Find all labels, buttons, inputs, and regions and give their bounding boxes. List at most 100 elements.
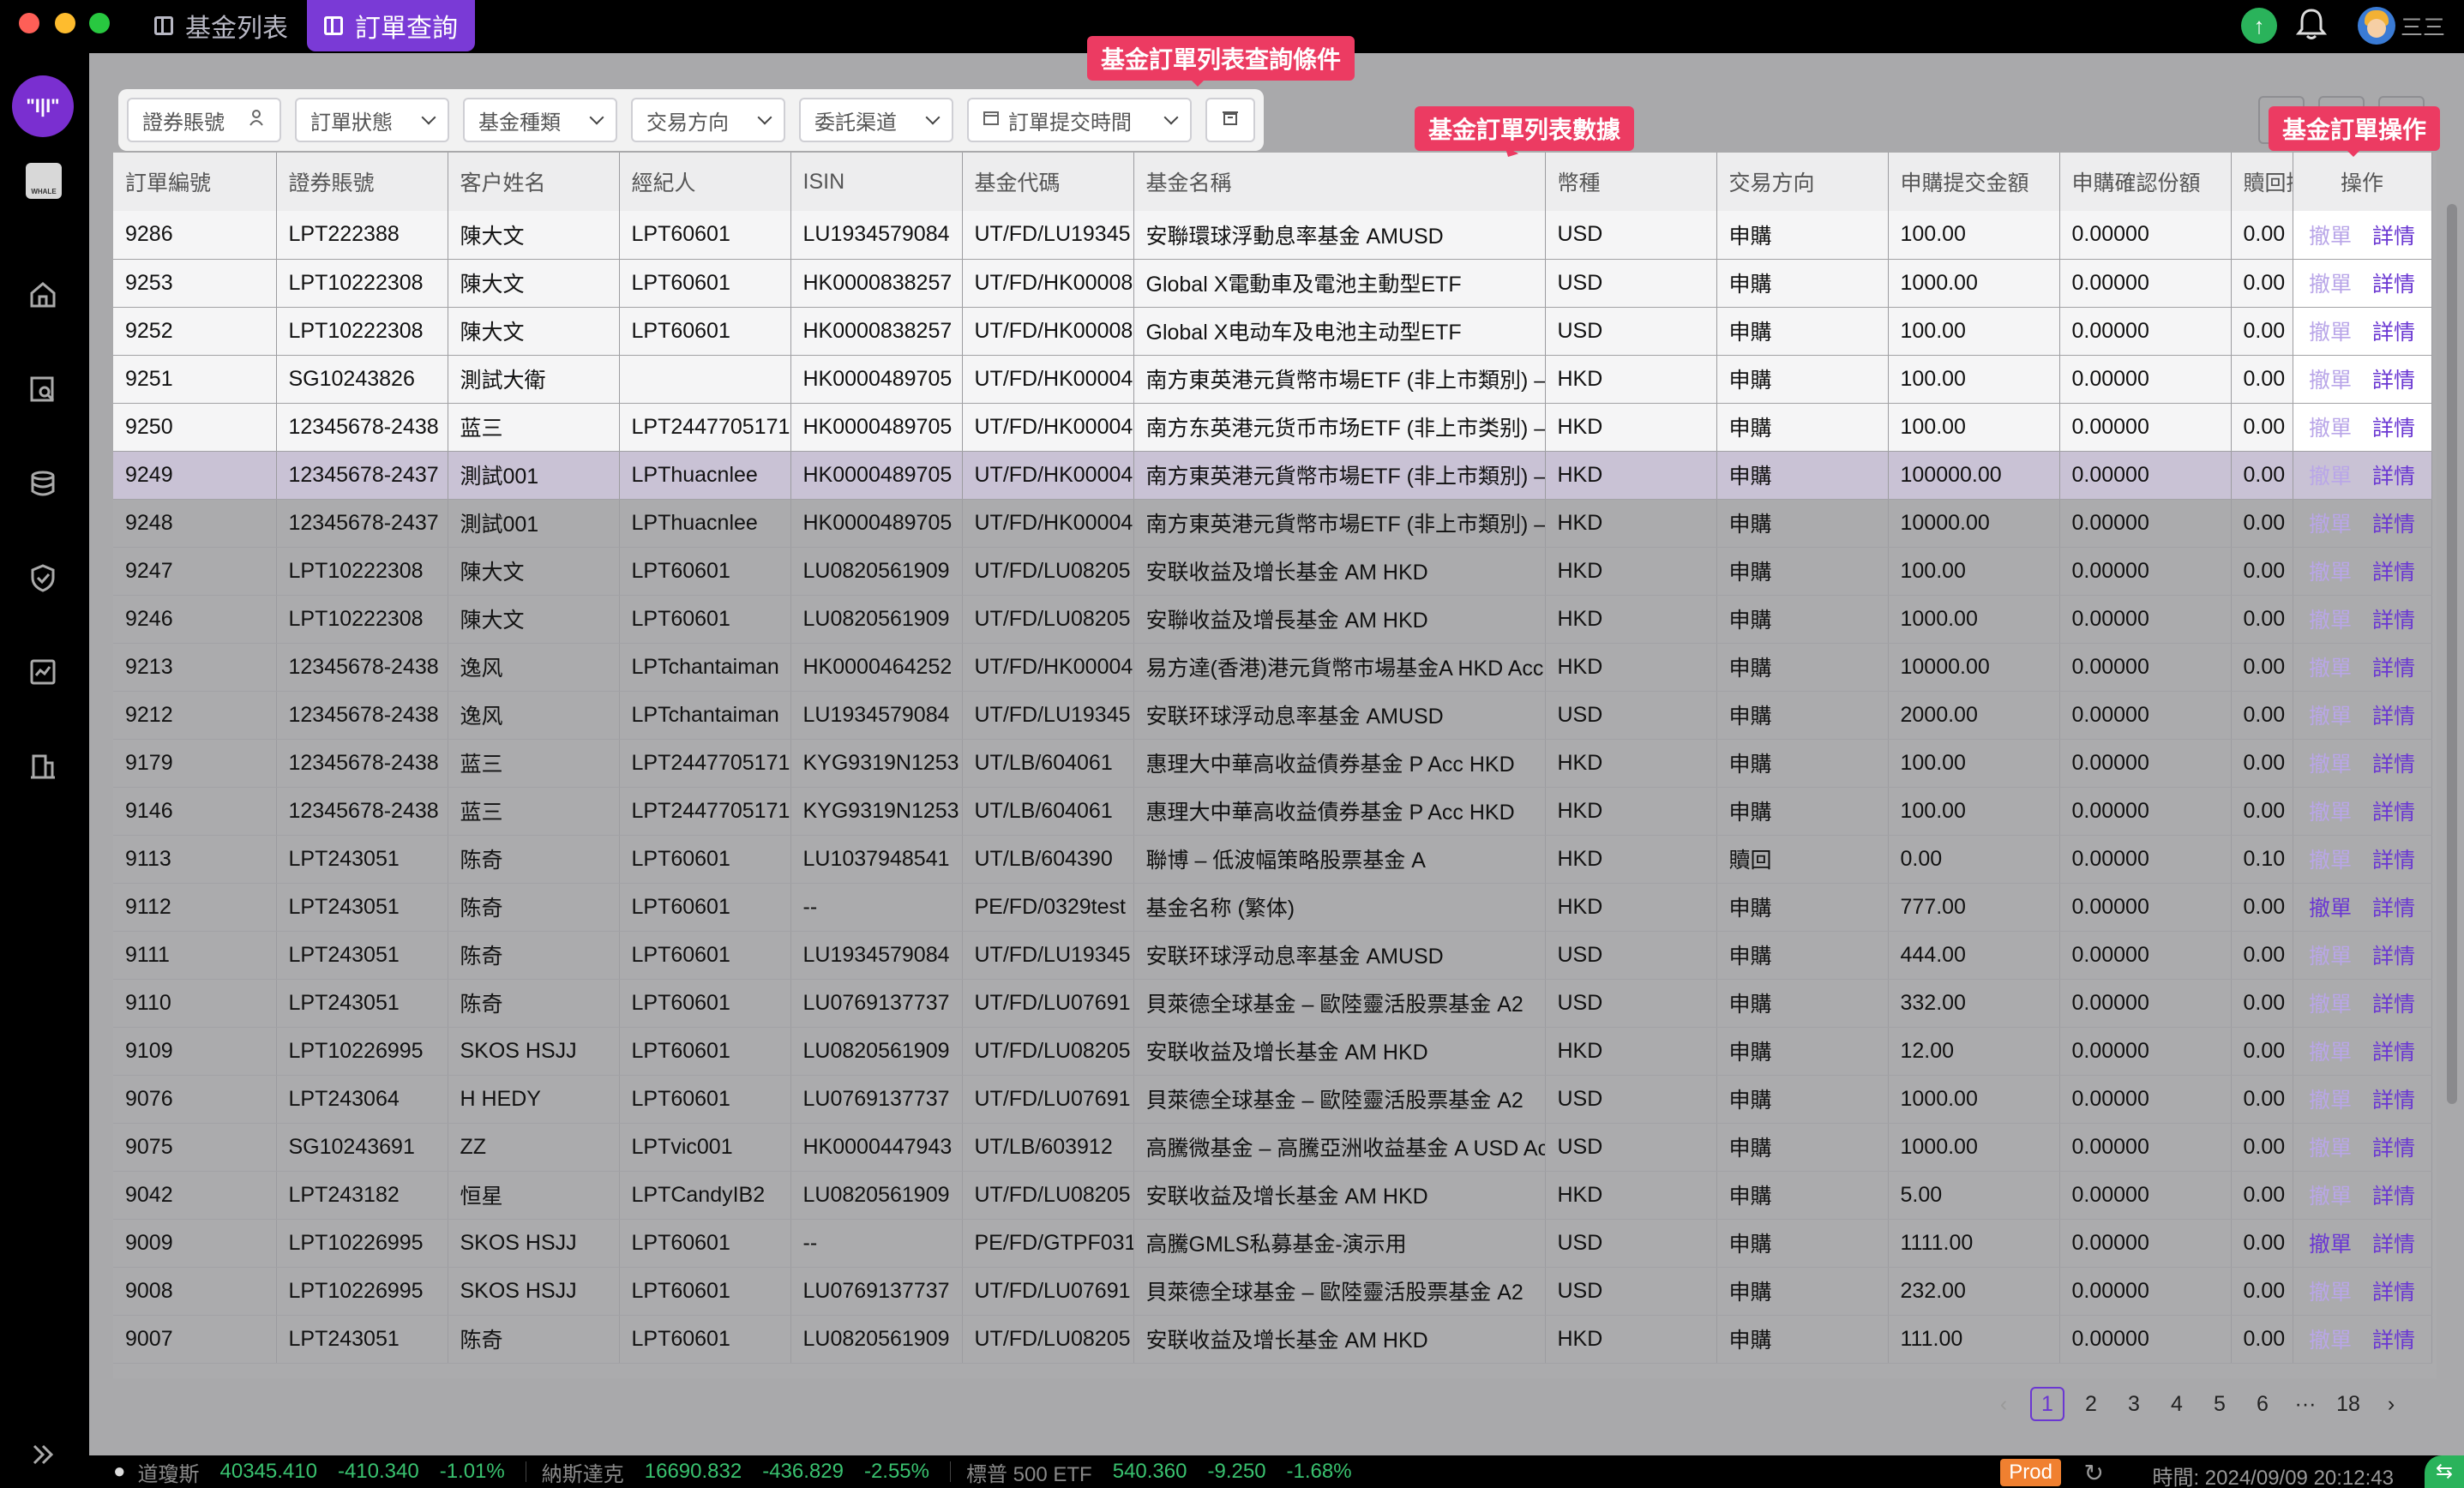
order-detail-button[interactable]: 詳情 bbox=[2372, 561, 2415, 585]
table-row[interactable]: 9113 LPT243051 陈奇 LPT60601 LU1037948541 UT/LB… bbox=[113, 835, 2432, 884]
page-button[interactable]: 4 bbox=[2155, 1387, 2198, 1421]
table-row[interactable]: 9249 12345678-2437 測試001 LPThuacnlee HK00004… bbox=[113, 451, 2432, 500]
page-button[interactable]: 3 bbox=[2112, 1387, 2155, 1421]
order-detail-button[interactable]: 詳情 bbox=[2372, 1185, 2415, 1209]
order-detail-button[interactable]: 詳情 bbox=[2372, 849, 2415, 873]
table-row[interactable]: 9111 LPT243051 陈奇 LPT60601 LU1934579084 UT/FD… bbox=[113, 931, 2432, 980]
order-detail-button[interactable]: 詳情 bbox=[2372, 1041, 2415, 1065]
order-detail-button[interactable]: 詳情 bbox=[2372, 609, 2415, 633]
whale-logo[interactable]: WHALE bbox=[26, 163, 62, 199]
cancel-order-button[interactable]: 撤單 bbox=[2309, 801, 2352, 825]
cancel-order-button[interactable]: 撤單 bbox=[2309, 561, 2352, 585]
table-row[interactable]: 9112 LPT243051 陈奇 LPT60601 -- PE/FD/0329test 基… bbox=[113, 883, 2432, 932]
submit-time-picker[interactable]: 訂單提交時間 bbox=[967, 98, 1192, 142]
order-detail-button[interactable]: 詳情 bbox=[2372, 225, 2415, 249]
upload-icon[interactable]: ↑ bbox=[2240, 8, 2277, 44]
table-row[interactable]: 9251 SG10243826 測試大衛 HK0000489705 UT/FD/HK00… bbox=[113, 355, 2432, 404]
channel-select[interactable]: 委託渠道 bbox=[799, 98, 953, 142]
cancel-order-button[interactable]: 撤單 bbox=[2309, 465, 2352, 489]
minimize-window-button[interactable] bbox=[55, 13, 75, 33]
next-page-button[interactable]: › bbox=[2370, 1387, 2413, 1421]
table-row[interactable]: 9253 LPT10222308 陳大文 LPT60601 HK0000838257 UT… bbox=[113, 259, 2432, 308]
col-redeem[interactable]: 贖回提 bbox=[2231, 153, 2293, 211]
table-row[interactable]: 9008 LPT10226995 SKOS HSJJ LPT60601 LU076913… bbox=[113, 1267, 2432, 1316]
table-row[interactable]: 9007 LPT243051 陈奇 LPT60601 LU0820561909 UT/FD… bbox=[113, 1315, 2432, 1364]
cancel-order-button[interactable]: 撤單 bbox=[2309, 609, 2352, 633]
order-detail-button[interactable]: 詳情 bbox=[2372, 417, 2415, 441]
table-row[interactable]: 9246 LPT10222308 陳大文 LPT60601 LU0820561909 UT… bbox=[113, 595, 2432, 644]
order-detail-button[interactable]: 詳情 bbox=[2372, 993, 2415, 1017]
cancel-order-button[interactable]: 撤單 bbox=[2309, 1185, 2352, 1209]
cancel-order-button[interactable]: 撤單 bbox=[2309, 1233, 2352, 1257]
table-row[interactable]: 9042 LPT243182 恒星 LPTCandyIB2 LU0820561909 UT… bbox=[113, 1171, 2432, 1220]
table-row[interactable]: 9213 12345678-2438 逸风 LPTchantaiman HK000046… bbox=[113, 643, 2432, 692]
order-detail-button[interactable]: 詳情 bbox=[2372, 753, 2415, 777]
database-icon[interactable] bbox=[27, 468, 58, 499]
cancel-order-button[interactable]: 撤單 bbox=[2309, 1089, 2352, 1113]
order-detail-button[interactable]: 詳情 bbox=[2372, 1329, 2415, 1353]
col-currency[interactable]: 幣種 bbox=[1545, 153, 1717, 211]
link-icon[interactable]: ⇆ bbox=[2425, 1455, 2464, 1488]
refresh-icon[interactable]: ↻ bbox=[2084, 1459, 2104, 1487]
col-fund-name[interactable]: 基金名稱 bbox=[1133, 153, 1546, 211]
cancel-order-button[interactable]: 撤單 bbox=[2309, 657, 2352, 681]
order-detail-button[interactable]: 詳情 bbox=[2372, 657, 2415, 681]
order-detail-button[interactable]: 詳情 bbox=[2372, 513, 2415, 537]
cancel-order-button[interactable]: 撤單 bbox=[2309, 321, 2352, 345]
table-row[interactable]: 9146 12345678-2438 蓝三 LPT2447705171 KYG9319N… bbox=[113, 787, 2432, 836]
cancel-order-button[interactable]: 撤單 bbox=[2309, 897, 2352, 921]
cancel-order-button[interactable]: 撤單 bbox=[2309, 369, 2352, 393]
avatar[interactable] bbox=[2357, 7, 2395, 45]
cancel-order-button[interactable]: 撤單 bbox=[2309, 705, 2352, 729]
report-icon[interactable] bbox=[27, 657, 58, 687]
account-input[interactable]: 證券賬號 bbox=[127, 98, 281, 142]
order-detail-button[interactable]: 詳情 bbox=[2372, 705, 2415, 729]
cancel-order-button[interactable]: 撤單 bbox=[2309, 225, 2352, 249]
search-doc-icon[interactable] bbox=[27, 374, 58, 405]
page-button[interactable]: 6 bbox=[2241, 1387, 2284, 1421]
page-button[interactable]: 2 bbox=[2070, 1387, 2112, 1421]
cancel-order-button[interactable]: 撤單 bbox=[2309, 753, 2352, 777]
col-fund-code[interactable]: 基金代碼 bbox=[962, 153, 1134, 211]
cancel-order-button[interactable]: 撤單 bbox=[2309, 1281, 2352, 1305]
order-detail-button[interactable]: 詳情 bbox=[2372, 1281, 2415, 1305]
cancel-order-button[interactable]: 撤單 bbox=[2309, 993, 2352, 1017]
user-menu-icon[interactable]: 三三 bbox=[2401, 10, 2445, 42]
col-customer[interactable]: 客户姓名 bbox=[448, 153, 620, 211]
col-sub-units[interactable]: 申購確認份額 bbox=[2059, 153, 2232, 211]
building-icon[interactable] bbox=[27, 751, 58, 782]
tab-fund-list[interactable]: 基金列表 bbox=[137, 0, 305, 51]
order-detail-button[interactable]: 詳情 bbox=[2372, 321, 2415, 345]
order-detail-button[interactable]: 詳情 bbox=[2372, 1137, 2415, 1161]
table-row[interactable]: 9075 SG10243691 ZZ LPTvic001 HK0000447943 UT/… bbox=[113, 1123, 2432, 1172]
cancel-order-button[interactable]: 撤單 bbox=[2309, 417, 2352, 441]
col-account[interactable]: 證券賬號 bbox=[276, 153, 448, 211]
tab-order-query[interactable]: 訂單查詢 bbox=[307, 0, 475, 51]
page-button[interactable]: 18 bbox=[2327, 1387, 2370, 1421]
table-row[interactable]: 9247 LPT10222308 陳大文 LPT60601 LU0820561909 UT… bbox=[113, 547, 2432, 596]
home-icon[interactable] bbox=[27, 279, 58, 310]
shield-icon[interactable] bbox=[27, 562, 58, 593]
cancel-order-button[interactable]: 撤單 bbox=[2309, 513, 2352, 537]
cancel-order-button[interactable]: 撤單 bbox=[2309, 1041, 2352, 1065]
page-ellipsis[interactable]: ··· bbox=[2284, 1387, 2327, 1421]
order-detail-button[interactable]: 詳情 bbox=[2372, 945, 2415, 969]
order-detail-button[interactable]: 詳情 bbox=[2372, 369, 2415, 393]
table-row[interactable]: 9286 LPT222388 陳大文 LPT60601 LU1934579084 UT/F… bbox=[113, 211, 2432, 260]
table-row[interactable]: 9110 LPT243051 陈奇 LPT60601 LU0769137737 UT/FD… bbox=[113, 979, 2432, 1028]
order-detail-button[interactable]: 詳情 bbox=[2372, 465, 2415, 489]
table-row[interactable]: 9248 12345678-2437 測試001 LPThuacnlee HK00004… bbox=[113, 499, 2432, 548]
col-sub-amount[interactable]: 申購提交金額 bbox=[1888, 153, 2060, 211]
order-detail-button[interactable]: 詳情 bbox=[2372, 1089, 2415, 1113]
direction-select[interactable]: 交易方向 bbox=[631, 98, 785, 142]
prev-page-button[interactable]: ‹ bbox=[1982, 1387, 2025, 1421]
order-detail-button[interactable]: 詳情 bbox=[2372, 897, 2415, 921]
page-button[interactable]: 1 bbox=[2030, 1387, 2064, 1421]
order-detail-button[interactable]: 詳情 bbox=[2372, 801, 2415, 825]
col-isin[interactable]: ISIN bbox=[790, 153, 963, 211]
table-row[interactable]: 9109 LPT10226995 SKOS HSJJ LPT60601 LU082056… bbox=[113, 1027, 2432, 1076]
col-direction[interactable]: 交易方向 bbox=[1716, 153, 1889, 211]
cancel-order-button[interactable]: 撤單 bbox=[2309, 1137, 2352, 1161]
fund-type-select[interactable]: 基金種類 bbox=[463, 98, 617, 142]
col-broker[interactable]: 經紀人 bbox=[619, 153, 791, 211]
